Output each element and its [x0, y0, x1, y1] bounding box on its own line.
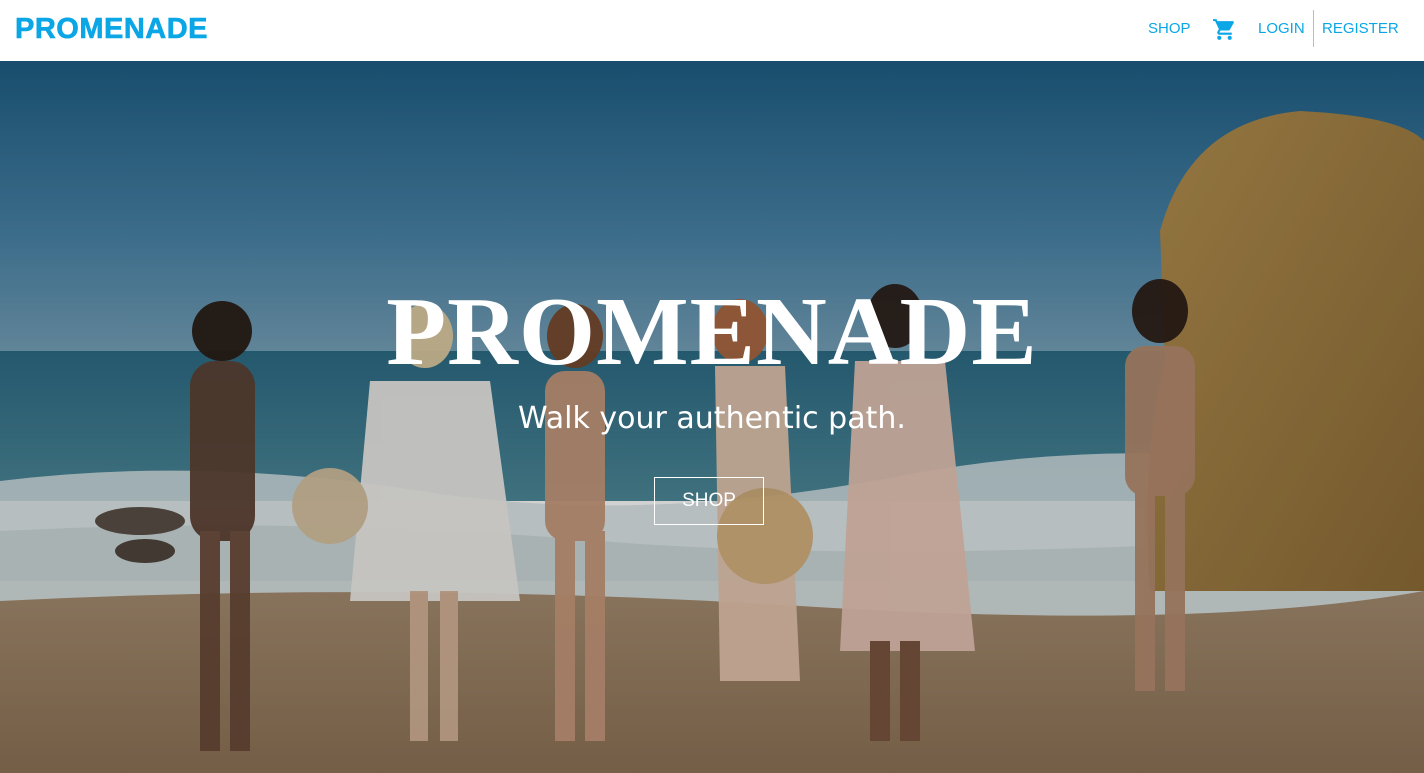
hero-title: PROMENADE: [386, 278, 1038, 386]
nav-register-link[interactable]: REGISTER: [1322, 20, 1399, 37]
hero-subtitle: Walk your authentic path.: [518, 401, 906, 436]
shopping-cart-icon[interactable]: [1212, 17, 1237, 42]
nav-shop-link[interactable]: SHOP: [1148, 20, 1191, 37]
hero-section: PROMENADE Walk your authentic path. SHOP: [0, 61, 1424, 773]
top-navbar: PROMENADE SHOP LOGIN REGISTER: [0, 0, 1424, 61]
brand-logo[interactable]: PROMENADE: [15, 13, 208, 46]
nav-divider: [1313, 10, 1314, 47]
nav-login-link[interactable]: LOGIN: [1258, 20, 1305, 37]
hero-shop-button[interactable]: SHOP: [654, 477, 764, 525]
